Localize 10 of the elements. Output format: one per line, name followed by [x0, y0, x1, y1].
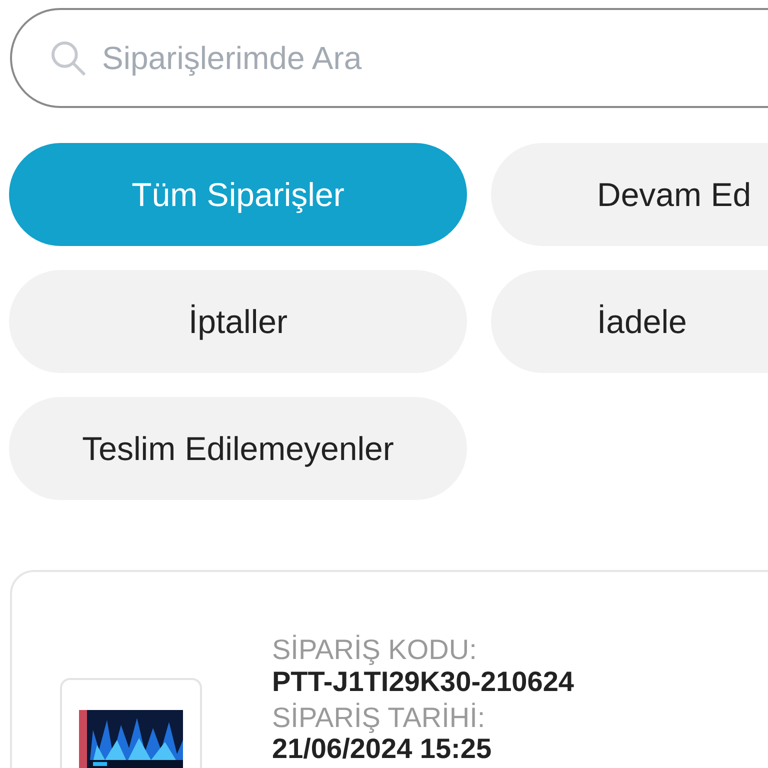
- filter-tab[interactable]: İptaller: [9, 270, 467, 373]
- order-code: PTT-J1TI29K30-210624: [272, 666, 574, 698]
- search-input[interactable]: Siparişlerimde Ara: [102, 34, 702, 82]
- search-field[interactable]: Siparişlerimde Ara: [10, 8, 768, 108]
- filter-tab[interactable]: Teslim Edilemeyenler: [9, 397, 467, 500]
- order-date: 21/06/2024 15:25: [272, 734, 493, 764]
- order-code-label: SİPARİŞ KODU:: [272, 634, 478, 666]
- order-date-label: SİPARİŞ TARİHİ:: [272, 702, 486, 734]
- filter-tab[interactable]: Devam Ed: [491, 143, 768, 246]
- filter-tab[interactable]: İadele: [491, 270, 768, 373]
